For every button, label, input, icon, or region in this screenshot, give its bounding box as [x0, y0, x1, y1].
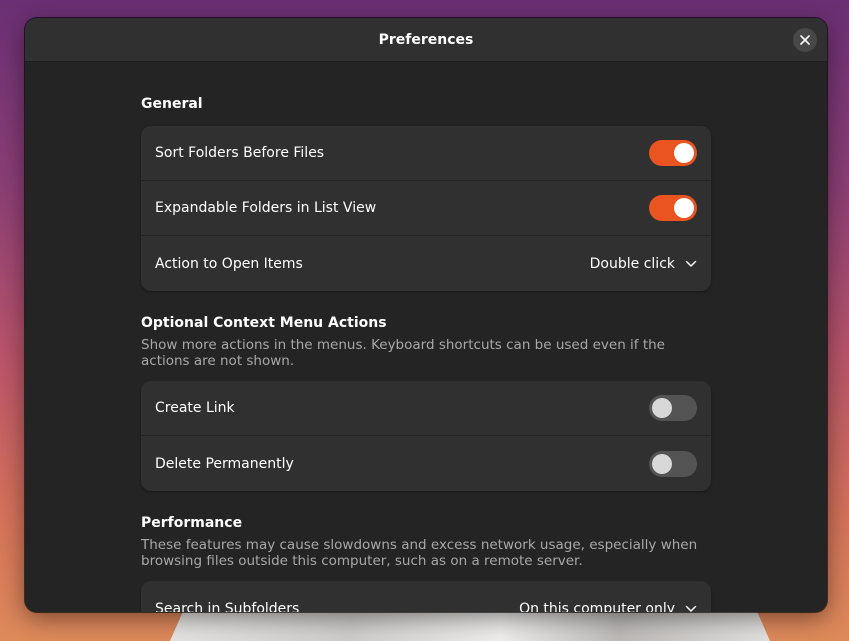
delete-permanently-switch[interactable] [649, 450, 697, 477]
preferences-window: Preferences General Sort Folders Before … [25, 18, 827, 612]
context-menu-description: Show more actions in the menus. Keyboard… [141, 337, 665, 369]
switch-knob [652, 398, 672, 418]
close-icon [800, 35, 810, 45]
action-open-items-value: Double click [589, 255, 675, 272]
context-menu-group: Create Link Delete Permanently [141, 381, 711, 491]
preferences-content: General Sort Folders Before Files Expand… [141, 62, 711, 612]
row-search-subfolders[interactable]: Search in Subfolders On this computer on… [141, 581, 711, 612]
performance-description: These features may cause slowdowns and e… [141, 537, 698, 569]
search-subfolders-label: Search in Subfolders [155, 600, 300, 613]
row-sort-folders[interactable]: Sort Folders Before Files [141, 126, 711, 181]
section-title-general: General [141, 96, 203, 112]
general-group: Sort Folders Before Files Expandable Fol… [141, 126, 711, 291]
row-create-link[interactable]: Create Link [141, 381, 711, 436]
sort-folders-label: Sort Folders Before Files [155, 145, 325, 161]
search-subfolders-value: On this computer only [519, 600, 675, 613]
create-link-label: Create Link [155, 400, 235, 416]
close-button[interactable] [793, 28, 817, 52]
chevron-down-icon [685, 605, 697, 612]
switch-knob [674, 143, 694, 163]
header-bar: Preferences [25, 18, 827, 62]
expandable-folders-switch[interactable] [649, 195, 697, 221]
window-title: Preferences [378, 31, 474, 48]
sort-folders-switch[interactable] [649, 140, 697, 166]
switch-knob [674, 198, 694, 218]
row-action-open-items[interactable]: Action to Open Items Double click [141, 236, 711, 291]
row-expandable-folders[interactable]: Expandable Folders in List View [141, 181, 711, 236]
expandable-folders-label: Expandable Folders in List View [155, 200, 377, 216]
section-title-context-menu: Optional Context Menu Actions [141, 315, 387, 331]
row-delete-permanently[interactable]: Delete Permanently [141, 436, 711, 491]
action-open-items-label: Action to Open Items [155, 255, 303, 272]
delete-permanently-label: Delete Permanently [155, 455, 294, 472]
switch-knob [652, 453, 672, 474]
create-link-switch[interactable] [649, 395, 697, 421]
action-open-items-dropdown[interactable]: Double click [590, 256, 697, 272]
section-title-performance: Performance [141, 515, 243, 531]
search-subfolders-dropdown[interactable]: On this computer only [519, 600, 697, 613]
chevron-down-icon [685, 260, 697, 267]
performance-group: Search in Subfolders On this computer on… [141, 581, 711, 612]
